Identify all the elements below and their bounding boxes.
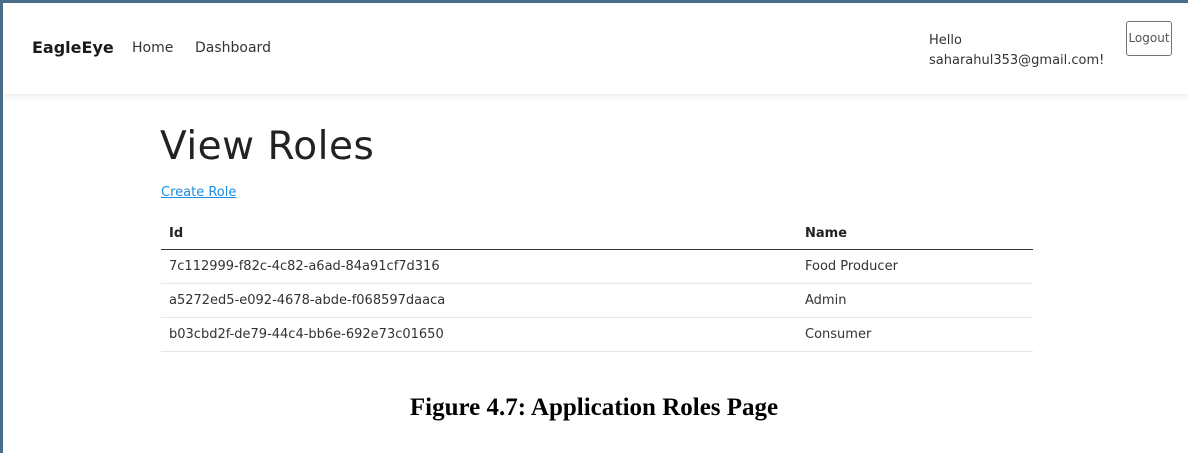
greeting-email: saharahul353@gmail.com! xyxy=(929,53,1105,68)
role-name-cell: Consumer xyxy=(797,317,1033,352)
figure-caption: Figure 4.7: Application Roles Page xyxy=(409,394,779,421)
page-title: View Roles xyxy=(160,124,375,169)
user-greeting: Hello saharahul353@gmail.com! xyxy=(929,31,1104,71)
role-id-cell: 7c112999-f82c-4c82-a6ad-84a91cf7d316 xyxy=(161,249,797,284)
roles-table: Id Name 7c112999-f82c-4c82-a6ad-84a91cf7… xyxy=(161,217,1033,352)
role-id-cell: a5272ed5-e092-4678-abde-f068597daaca xyxy=(161,283,797,318)
role-name-cell: Food Producer xyxy=(797,249,1033,284)
logout-button[interactable]: Logout xyxy=(1126,21,1172,56)
role-id-cell: b03cbd2f-de79-44c4-bb6e-692e73c01650 xyxy=(161,317,797,352)
nav-link-home[interactable]: Home xyxy=(132,40,173,56)
table-header-row: Id Name xyxy=(161,217,1033,250)
column-header-name: Name xyxy=(797,217,1033,250)
top-navbar: EagleEye Home Dashboard Hello saharahul3… xyxy=(3,3,1188,95)
column-header-id: Id xyxy=(161,217,797,250)
table-row: b03cbd2f-de79-44c4-bb6e-692e73c01650 Con… xyxy=(161,317,1033,352)
greeting-hello: Hello xyxy=(929,33,962,48)
brand-logo[interactable]: EagleEye xyxy=(32,38,114,57)
role-name-cell: Admin xyxy=(797,283,1033,318)
create-role-link[interactable]: Create Role xyxy=(161,185,236,200)
nav-link-dashboard[interactable]: Dashboard xyxy=(195,40,271,56)
table-row: a5272ed5-e092-4678-abde-f068597daaca Adm… xyxy=(161,283,1033,318)
table-row: 7c112999-f82c-4c82-a6ad-84a91cf7d316 Foo… xyxy=(161,249,1033,284)
